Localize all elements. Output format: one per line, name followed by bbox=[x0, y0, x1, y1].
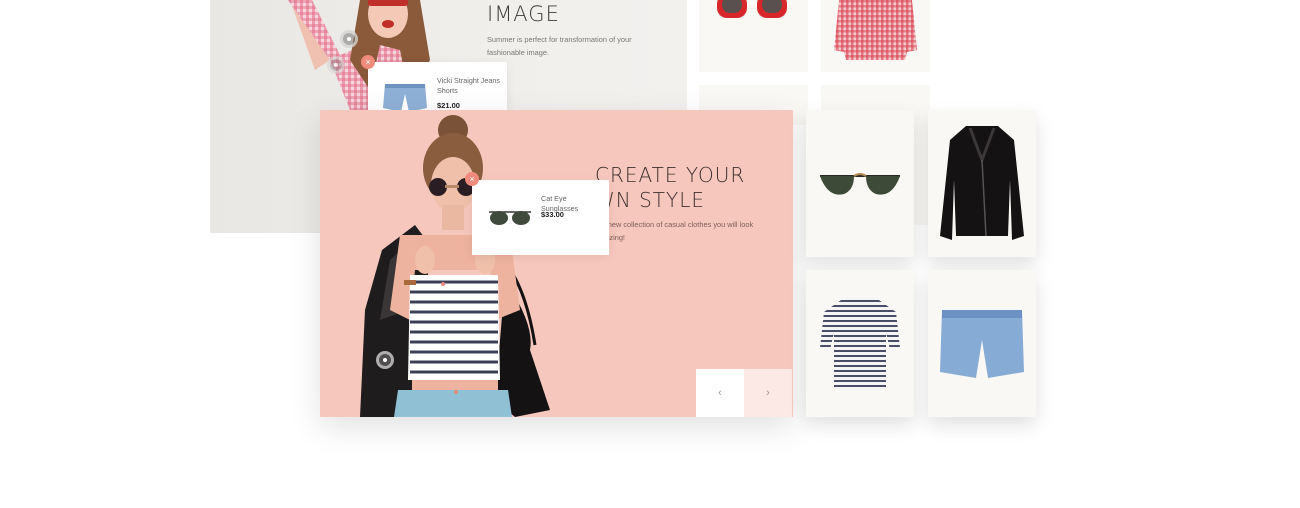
striped-tshirt-icon bbox=[820, 298, 900, 390]
title-line-2: WN STYLE bbox=[595, 188, 706, 212]
product-price: $21.00 bbox=[437, 101, 460, 110]
red-sunglasses-icon bbox=[717, 0, 787, 18]
thumbnail-card[interactable] bbox=[928, 270, 1036, 417]
slider-prev-button[interactable]: ‹ bbox=[696, 369, 744, 417]
gingham-shirt-icon bbox=[834, 0, 917, 60]
thumbnail-card[interactable] bbox=[821, 0, 930, 72]
hotspot-marker[interactable] bbox=[327, 56, 345, 74]
front-slide: CREATE YOUR WN STYLE our new collection … bbox=[320, 110, 793, 417]
hotspot-dot[interactable] bbox=[454, 390, 458, 394]
black-sunglasses-icon bbox=[820, 173, 900, 195]
hotspot-dot[interactable] bbox=[441, 282, 445, 286]
front-slide-description: our new collection of casual clothes you… bbox=[595, 220, 754, 242]
hotspot-marker[interactable] bbox=[376, 351, 394, 369]
slider-next-button[interactable]: › bbox=[744, 369, 792, 417]
front-slide-title: CREATE YOUR WN STYLE bbox=[595, 163, 745, 213]
product-name: Vicki Straight Jeans Shorts bbox=[437, 76, 500, 95]
product-popup[interactable]: Cat Eye Sunglasses $33.00 bbox=[472, 180, 609, 255]
leather-jacket-icon bbox=[940, 126, 1024, 240]
thumbnail-card[interactable] bbox=[699, 0, 808, 72]
product-price: $33.00 bbox=[541, 210, 564, 219]
back-slide-description: Summer is perfect for transformation of … bbox=[487, 35, 632, 57]
close-icon[interactable]: × bbox=[361, 55, 375, 69]
back-slide-title: IMAGE bbox=[487, 2, 560, 26]
title-line-1: CREATE YOUR bbox=[595, 163, 746, 187]
cat-eye-sunglasses-thumbnail bbox=[489, 211, 531, 225]
page: IMAGE Summer is perfect for transformati… bbox=[0, 0, 1300, 508]
thumbnail-card[interactable] bbox=[806, 110, 914, 257]
denim-shorts-icon bbox=[940, 310, 1024, 378]
thumbnail-card[interactable] bbox=[806, 270, 914, 417]
close-icon[interactable]: × bbox=[465, 172, 479, 186]
thumbnail-card[interactable] bbox=[928, 110, 1036, 257]
hotspot-marker[interactable] bbox=[340, 30, 358, 48]
